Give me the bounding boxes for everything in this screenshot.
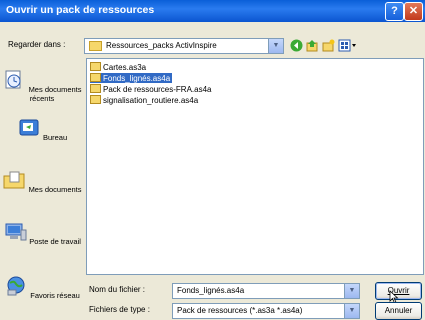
place-network[interactable]: Favoris réseau <box>2 276 82 300</box>
list-item[interactable]: Fonds_lignés.as4a <box>90 73 173 83</box>
place-label: Poste de travail <box>29 237 81 246</box>
new-folder-icon[interactable] <box>322 39 335 52</box>
help-icon: ? <box>391 5 398 17</box>
filename-label: Nom du fichier : <box>89 285 146 294</box>
help-button[interactable]: ? <box>385 2 404 21</box>
place-label: Favoris réseau <box>30 291 80 300</box>
lookin-label: Regarder dans : <box>8 40 66 49</box>
cancel-button[interactable]: Annuler <box>375 302 422 320</box>
back-icon[interactable] <box>290 39 303 52</box>
filetype-combo[interactable]: Pack de ressources (*.as3a *.as4a) ▼ <box>172 303 360 319</box>
lookin-value: Ressources_packs ActivInspire <box>89 41 217 51</box>
file-list[interactable]: Cartes.as3a Fonds_lignés.as4a Pack de re… <box>86 58 424 275</box>
network-places-icon <box>7 276 25 296</box>
place-recent-documents[interactable]: Mes documents récents <box>2 70 82 103</box>
folder-icon <box>89 41 102 51</box>
my-computer-icon <box>5 223 27 241</box>
place-my-computer[interactable]: Poste de travail <box>2 222 82 246</box>
places-bar: Mes documents récents Bureau Mes documen… <box>2 58 82 318</box>
file-icon <box>90 62 101 71</box>
filename-field[interactable]: Fonds_lignés.as4a ▼ <box>172 283 360 299</box>
file-icon <box>90 84 101 93</box>
place-label: Mes documents <box>28 185 82 194</box>
place-label: Mes documents récents <box>28 85 82 103</box>
chevron-down-icon[interactable]: ▼ <box>344 284 359 298</box>
list-item[interactable]: Pack de ressources-FRA.as4a <box>90 84 214 94</box>
file-icon <box>90 95 101 104</box>
place-desktop[interactable]: Bureau <box>2 118 82 142</box>
list-item[interactable]: Cartes.as3a <box>90 62 148 72</box>
dialog-title: Ouvrir un pack de ressources <box>6 4 155 16</box>
my-documents-icon <box>3 171 25 189</box>
up-folder-icon[interactable] <box>306 39 319 52</box>
chevron-down-icon[interactable]: ▼ <box>268 39 283 53</box>
chevron-down-icon[interactable]: ▼ <box>344 304 359 318</box>
filetype-label: Fichiers de type : <box>89 305 150 314</box>
close-button[interactable]: ✕ <box>404 2 423 21</box>
list-item[interactable]: signalisation_routiere.as4a <box>90 95 200 105</box>
place-label: Bureau <box>42 133 68 142</box>
title-bar: Ouvrir un pack de ressources ? ✕ <box>0 0 425 22</box>
recent-documents-icon <box>5 70 21 89</box>
file-icon <box>90 73 101 82</box>
place-my-documents[interactable]: Mes documents <box>2 170 82 194</box>
lookin-combo[interactable]: Ressources_packs ActivInspire ▼ <box>84 38 284 54</box>
filetype-value: Pack de ressources (*.as3a *.as4a) <box>177 306 303 315</box>
desktop-icon <box>19 119 39 136</box>
filename-value: Fonds_lignés.as4a <box>177 286 245 295</box>
views-menu-icon[interactable] <box>338 39 358 52</box>
close-icon: ✕ <box>408 5 419 17</box>
